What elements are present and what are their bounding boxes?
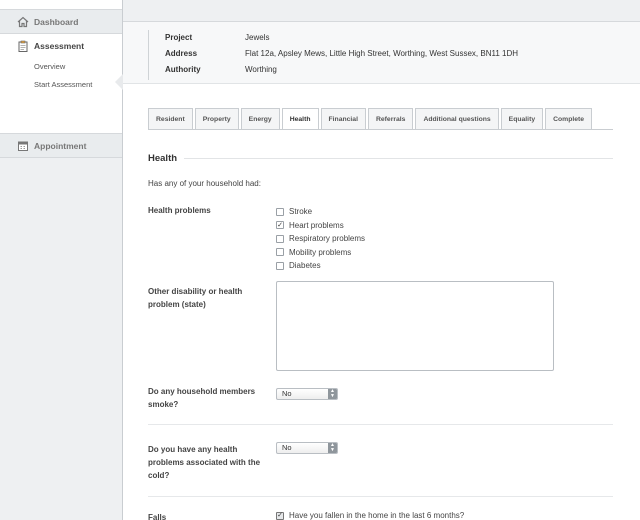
divider bbox=[148, 496, 613, 497]
project-value: Jewels bbox=[245, 33, 270, 42]
assessment-summary: Project Jewels Address Flat 12a, Apsley … bbox=[148, 30, 518, 80]
tab-resident[interactable]: Resident bbox=[148, 108, 193, 129]
authority-label: Authority bbox=[165, 65, 201, 74]
address-label: Address bbox=[165, 49, 198, 58]
sidebar-top bbox=[0, 0, 122, 10]
authority-value: Worthing bbox=[245, 65, 277, 74]
sidebar-subitem-overview[interactable]: Overview bbox=[0, 58, 122, 76]
select-value: No bbox=[282, 443, 292, 452]
tab-divider bbox=[148, 129, 613, 130]
smoke-select[interactable]: No ▲ ▼ bbox=[276, 388, 338, 400]
section-title: Health bbox=[148, 153, 178, 164]
clipboard-icon bbox=[17, 40, 29, 52]
sidebar-item-dashboard[interactable]: Dashboard bbox=[0, 10, 122, 34]
sidebar-item-assessment[interactable]: Assessment Overview Start Assessment bbox=[0, 34, 123, 134]
cold-label: Do you have any health problems associat… bbox=[148, 445, 261, 480]
falls-label: Falls bbox=[148, 513, 167, 520]
section-rule bbox=[184, 158, 613, 159]
tab-bar: Resident Property Energy Health Financia… bbox=[148, 108, 594, 130]
sidebar-item-label: Appointment bbox=[34, 140, 87, 151]
address-value: Flat 12a, Apsley Mews, Little High Stree… bbox=[245, 49, 519, 58]
checkbox-heart-problems[interactable]: ✓ bbox=[276, 221, 284, 230]
falls-checkbox-row[interactable]: ✓ Have you fallen in the home in the las… bbox=[276, 511, 464, 520]
top-bar bbox=[123, 0, 640, 22]
updown-arrows-icon: ▲ ▼ bbox=[328, 389, 337, 399]
checkbox-row-stroke[interactable]: Stroke bbox=[276, 205, 365, 219]
tab-property[interactable]: Property bbox=[194, 108, 239, 129]
checkbox-label: Mobility problems bbox=[289, 247, 352, 257]
checkbox-label: Diabetes bbox=[289, 261, 321, 271]
tab-financial[interactable]: Financial bbox=[320, 108, 366, 129]
checkbox-stroke[interactable] bbox=[276, 207, 284, 216]
other-disability-textarea[interactable] bbox=[276, 281, 554, 371]
tab-referrals[interactable]: Referrals bbox=[367, 108, 414, 129]
divider bbox=[148, 424, 613, 425]
checkbox-label: Have you fallen in the home in the last … bbox=[289, 511, 465, 520]
smoke-label: Do any household members smoke? bbox=[148, 387, 256, 409]
home-icon bbox=[17, 16, 29, 28]
checkbox-mobility-problems[interactable] bbox=[276, 248, 284, 257]
sidebar-item-label: Assessment bbox=[34, 41, 85, 51]
checkbox-respiratory-problems[interactable] bbox=[276, 234, 284, 243]
intro-text: Has any of your household had: bbox=[148, 179, 261, 188]
sidebar-item-label: Dashboard bbox=[34, 16, 79, 27]
health-problems-label: Health problems bbox=[148, 206, 211, 215]
checkbox-label: Stroke bbox=[289, 207, 313, 217]
project-label: Project bbox=[165, 33, 193, 42]
checkbox-row-diabetes[interactable]: Diabetes bbox=[276, 259, 365, 273]
tab-equality[interactable]: Equality bbox=[500, 108, 544, 129]
sidebar: Dashboard Assessment Overview Start Asse… bbox=[0, 0, 123, 520]
active-indicator-arrow bbox=[115, 74, 123, 90]
checkbox-label: Heart problems bbox=[289, 220, 344, 230]
checkbox-diabetes[interactable] bbox=[276, 261, 284, 270]
tab-complete[interactable]: Complete bbox=[545, 108, 593, 129]
checkbox-row-respiratory-problems[interactable]: Respiratory problems bbox=[276, 232, 365, 246]
sidebar-item-appointment[interactable]: Appointment bbox=[0, 134, 122, 158]
calendar-icon bbox=[17, 140, 29, 152]
select-value: No bbox=[282, 389, 292, 398]
updown-arrows-icon: ▲ ▼ bbox=[328, 443, 337, 453]
tab-energy[interactable]: Energy bbox=[240, 108, 280, 129]
checkbox-row-mobility-problems[interactable]: Mobility problems bbox=[276, 246, 365, 260]
checkbox-falls[interactable]: ✓ bbox=[276, 511, 284, 520]
health-problems-checkboxes: Stroke ✓ Heart problems Respiratory prob… bbox=[276, 205, 365, 273]
tab-health[interactable]: Health bbox=[281, 108, 319, 130]
sidebar-subitem-start-assessment[interactable]: Start Assessment bbox=[0, 76, 122, 94]
checkbox-label: Respiratory problems bbox=[289, 234, 366, 244]
tab-additional-questions[interactable]: Additional questions bbox=[415, 108, 499, 129]
checkbox-row-heart-problems[interactable]: ✓ Heart problems bbox=[276, 219, 365, 233]
other-disability-label: Other disability or health problem (stat… bbox=[148, 287, 243, 309]
cold-select[interactable]: No ▲ ▼ bbox=[276, 442, 338, 454]
